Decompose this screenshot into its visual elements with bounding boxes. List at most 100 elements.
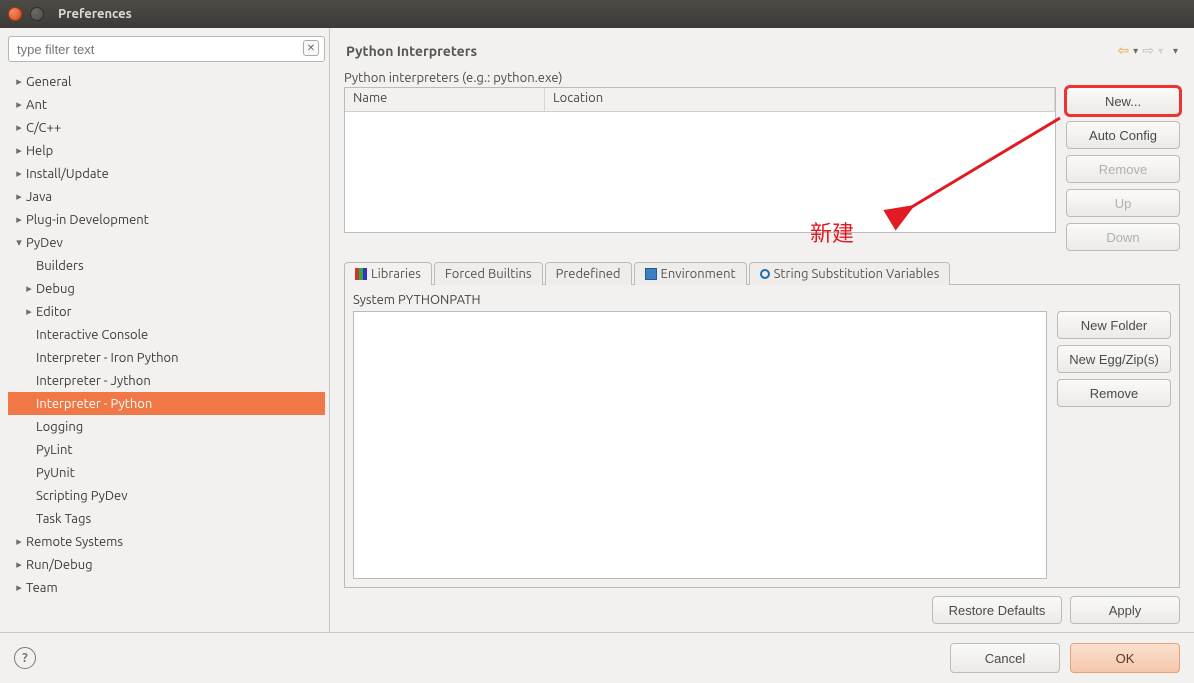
tree-item-install-update[interactable]: ▸Install/Update [8, 162, 325, 185]
tree-label: Ant [26, 98, 47, 112]
main-header: Python Interpreters ⇦ ▾ ⇨ ▾ ▾ [344, 38, 1180, 71]
system-path-row: New Folder New Egg/Zip(s) Remove [353, 311, 1171, 579]
tree-item-tasktags[interactable]: Task Tags [8, 507, 325, 530]
string-sub-icon [760, 269, 770, 279]
tab-label: Forced Builtins [445, 267, 532, 281]
filter-input[interactable] [8, 36, 325, 62]
apply-button[interactable]: Apply [1070, 596, 1180, 624]
tree-label: PyLint [36, 443, 73, 457]
tab-label: Predefined [556, 267, 621, 281]
down-button[interactable]: Down [1066, 223, 1180, 251]
tree-label: PyUnit [36, 466, 75, 480]
tree-item-editor[interactable]: ▸Editor [8, 300, 325, 323]
tree-label: Logging [36, 420, 83, 434]
up-button[interactable]: Up [1066, 189, 1180, 217]
preferences-tree[interactable]: ▸General ▸Ant ▸C/C++ ▸Help ▸Install/Upda… [8, 68, 325, 624]
content-area: ✕ ▸General ▸Ant ▸C/C++ ▸Help ▸Install/Up… [0, 28, 1194, 632]
preferences-window: Preferences ✕ ▸General ▸Ant ▸C/C++ ▸Help… [0, 0, 1194, 683]
tree-item-java[interactable]: ▸Java [8, 185, 325, 208]
tree-item-pydev[interactable]: ▾PyDev [8, 231, 325, 254]
tree-item-logging[interactable]: Logging [8, 415, 325, 438]
window-title: Preferences [58, 7, 132, 21]
tree-item-help[interactable]: ▸Help [8, 139, 325, 162]
tree-label: Interpreter - Iron Python [36, 351, 179, 365]
tree-label: Editor [36, 305, 72, 319]
tree-label: Task Tags [36, 512, 91, 526]
tree-item-plugin-dev[interactable]: ▸Plug-in Development [8, 208, 325, 231]
tree-item-remote-systems[interactable]: ▸Remote Systems [8, 530, 325, 553]
tree-item-scripting-pydev[interactable]: Scripting PyDev [8, 484, 325, 507]
tree-label: Remote Systems [26, 535, 123, 549]
tree-item-interp-python[interactable]: Interpreter - Python [8, 392, 325, 415]
tab-environment[interactable]: Environment [634, 262, 747, 285]
tab-predefined[interactable]: Predefined [545, 262, 632, 285]
tree-label: Run/Debug [26, 558, 93, 572]
tree-label: Debug [36, 282, 75, 296]
column-name[interactable]: Name [345, 88, 545, 111]
window-minimize-button[interactable] [30, 7, 44, 21]
tree-item-builders[interactable]: Builders [8, 254, 325, 277]
new-egg-zip-button[interactable]: New Egg/Zip(s) [1057, 345, 1171, 373]
tree-label: Interactive Console [36, 328, 148, 342]
page-title: Python Interpreters [346, 43, 477, 59]
interpreters-row: Name Location New... Auto Config Remove … [344, 87, 1180, 251]
tree-item-interp-iron[interactable]: Interpreter - Iron Python [8, 346, 325, 369]
window-close-button[interactable] [8, 7, 22, 21]
titlebar: Preferences [0, 0, 1194, 28]
tree-item-run-debug[interactable]: ▸Run/Debug [8, 553, 325, 576]
libraries-icon [355, 268, 367, 280]
tree-item-general[interactable]: ▸General [8, 70, 325, 93]
tree-label: Team [26, 581, 58, 595]
cancel-button[interactable]: Cancel [950, 643, 1060, 673]
tree-item-interp-jython[interactable]: Interpreter - Jython [8, 369, 325, 392]
back-arrow-icon[interactable]: ⇦ [1117, 42, 1129, 59]
tree-item-pyunit[interactable]: PyUnit [8, 461, 325, 484]
tab-forced-builtins[interactable]: Forced Builtins [434, 262, 543, 285]
tree-label: C/C++ [26, 121, 61, 135]
tree-item-interactive-console[interactable]: Interactive Console [8, 323, 325, 346]
help-icon[interactable]: ? [14, 647, 36, 669]
clear-filter-icon[interactable]: ✕ [303, 40, 319, 56]
tab-label: Environment [661, 267, 736, 281]
footer-buttons: Cancel OK [950, 643, 1180, 673]
tree-item-pylint[interactable]: PyLint [8, 438, 325, 461]
libraries-panel: System PYTHONPATH New Folder New Egg/Zip… [344, 284, 1180, 588]
forward-arrow-icon: ⇨ [1142, 42, 1154, 59]
page-bottom-buttons: Restore Defaults Apply [344, 596, 1180, 624]
system-pythonpath-label: System PYTHONPATH [353, 293, 1171, 307]
tree-label: Builders [36, 259, 84, 273]
tree-item-debug[interactable]: ▸Debug [8, 277, 325, 300]
tree-label: Interpreter - Python [36, 397, 152, 411]
remove-path-button[interactable]: Remove [1057, 379, 1171, 407]
system-path-list[interactable] [353, 311, 1047, 579]
filter-wrap: ✕ [8, 36, 325, 62]
system-path-buttons: New Folder New Egg/Zip(s) Remove [1057, 311, 1171, 579]
auto-config-button[interactable]: Auto Config [1066, 121, 1180, 149]
new-folder-button[interactable]: New Folder [1057, 311, 1171, 339]
tree-label: Help [26, 144, 53, 158]
tree-label: Plug-in Development [26, 213, 149, 227]
remove-interpreter-button[interactable]: Remove [1066, 155, 1180, 183]
back-dropdown-icon[interactable]: ▾ [1133, 45, 1138, 57]
tree-item-ant[interactable]: ▸Ant [8, 93, 325, 116]
tab-libraries[interactable]: Libraries [344, 262, 432, 285]
forward-dropdown-icon: ▾ [1158, 45, 1163, 57]
ok-button[interactable]: OK [1070, 643, 1180, 673]
tree-label: General [26, 75, 71, 89]
interpreters-label: Python interpreters (e.g.: python.exe) [344, 71, 1180, 85]
interpreter-side-buttons: New... Auto Config Remove Up Down [1066, 87, 1180, 251]
sidebar: ✕ ▸General ▸Ant ▸C/C++ ▸Help ▸Install/Up… [0, 28, 330, 632]
interpreters-table[interactable]: Name Location [344, 87, 1056, 233]
tabs-row: Libraries Forced Builtins Predefined Env… [344, 261, 1180, 284]
column-location[interactable]: Location [545, 88, 1055, 111]
new-interpreter-button[interactable]: New... [1066, 87, 1180, 115]
tree-label: Java [26, 190, 52, 204]
tab-string-substitution[interactable]: String Substitution Variables [749, 262, 951, 285]
tree-item-ccpp[interactable]: ▸C/C++ [8, 116, 325, 139]
tab-label: Libraries [371, 267, 421, 281]
restore-defaults-button[interactable]: Restore Defaults [932, 596, 1062, 624]
table-body[interactable] [345, 112, 1055, 232]
tree-label: Interpreter - Jython [36, 374, 151, 388]
view-menu-icon[interactable]: ▾ [1173, 45, 1178, 57]
tree-item-team[interactable]: ▸Team [8, 576, 325, 599]
